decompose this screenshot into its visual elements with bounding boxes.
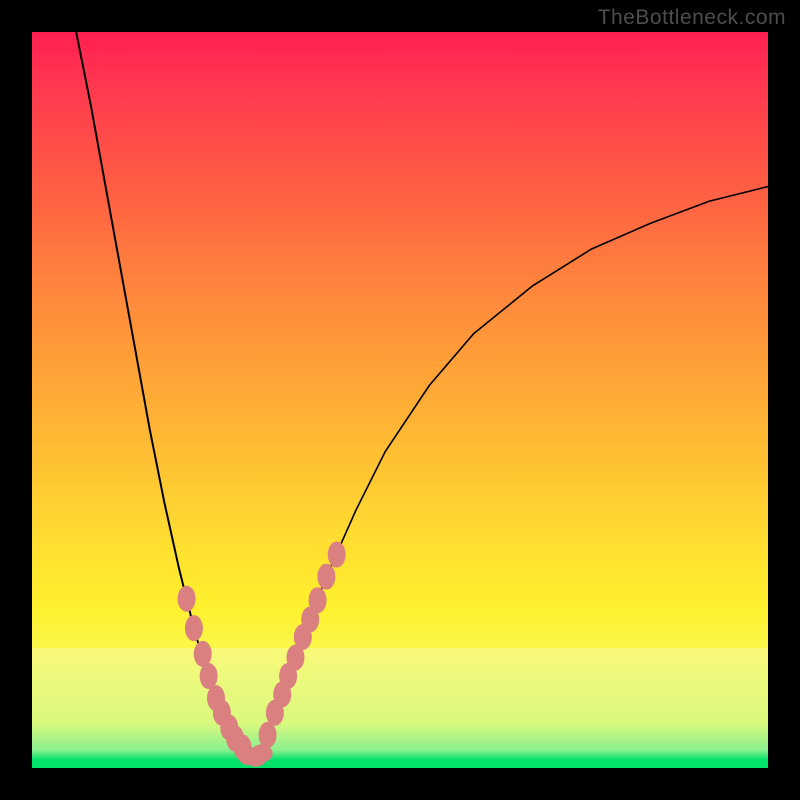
watermark-text: TheBottleneck.com — [598, 6, 786, 30]
bead — [309, 587, 327, 613]
left-curve — [76, 32, 253, 759]
bead — [200, 663, 218, 689]
bead — [328, 542, 346, 568]
chart-frame: TheBottleneck.com — [0, 0, 800, 800]
bead — [178, 586, 196, 612]
bead — [259, 722, 277, 748]
bead — [317, 564, 335, 590]
bead — [185, 615, 203, 641]
curves-layer — [32, 32, 768, 768]
right-curve — [253, 187, 768, 760]
beads-group — [178, 542, 346, 767]
